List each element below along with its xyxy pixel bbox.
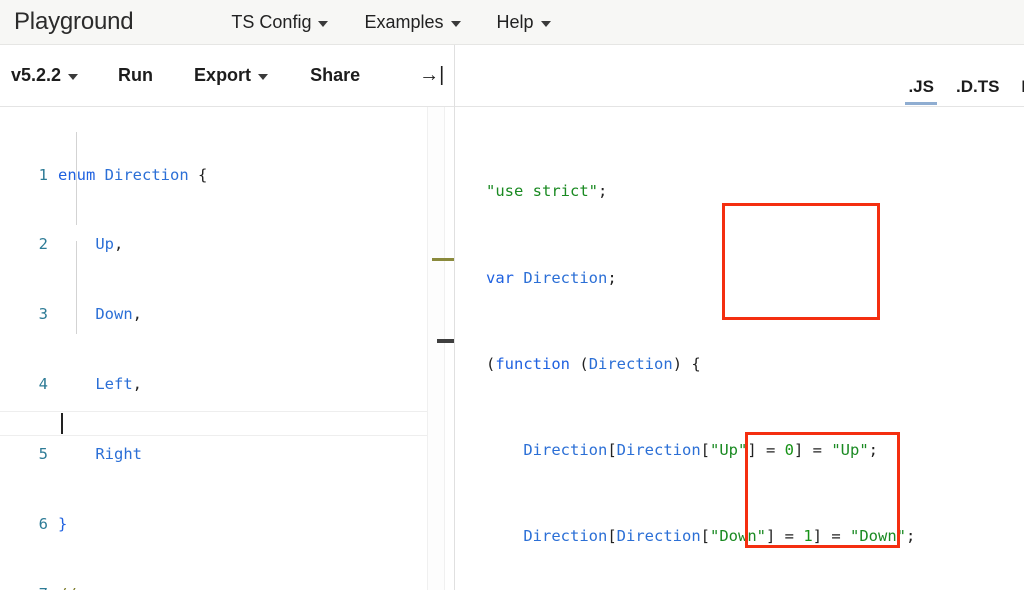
line-number: 4: [38, 375, 48, 394]
version-selector[interactable]: v5.2.2: [11, 65, 79, 86]
chevron-down-icon: [258, 74, 269, 80]
current-line-highlight: [0, 435, 437, 436]
editor-toolbar: v5.2.2 Run Export Share →|: [0, 45, 455, 107]
collapse-sidebar-icon[interactable]: →|: [419, 64, 444, 87]
navbar-menu: TS Config Examples Help: [231, 12, 586, 33]
share-label: Share: [310, 65, 361, 85]
output-line: Direction[Direction["Up"] = 0] = "Up";: [523, 440, 879, 459]
output-line: Direction[Direction["Down"] = 1] = "Down…: [523, 526, 916, 545]
output-line: "use strict";: [486, 182, 608, 201]
chevron-down-icon: [540, 20, 551, 27]
line-number: 5: [38, 445, 48, 464]
top-navbar: Playground TS Config Examples Help: [0, 0, 1024, 45]
typescript-editor[interactable]: 1 2 3 4 5 6 7 8 9 10 11 12 13 14 enum Di…: [0, 107, 455, 590]
line-number: 7: [0, 583, 48, 590]
line-number-gutter: 1 2 3 4 5 6 7 8 9 10 11 12 13 14: [0, 117, 48, 590]
export-button[interactable]: Export: [194, 65, 269, 86]
indent-guide: [76, 241, 77, 334]
nav-item-label: TS Config: [231, 11, 312, 32]
javascript-output[interactable]: "use strict"; var Direction; (function (…: [455, 107, 1024, 590]
output-line: (function (Direction) {: [486, 354, 701, 373]
nav-item-help[interactable]: Help: [497, 12, 551, 33]
code-line: enum Direction {: [58, 165, 208, 184]
code-line: Up,: [95, 235, 124, 254]
code-line: Left,: [95, 375, 142, 394]
text-caret: [61, 413, 63, 434]
chevron-down-icon: [68, 74, 79, 80]
minimap-comment-marker: [432, 258, 455, 261]
code-line: Down,: [95, 305, 142, 324]
page-title: Playground: [14, 8, 134, 35]
line-number: 1: [38, 165, 48, 184]
output-line: var Direction;: [486, 268, 617, 287]
nav-item-examples[interactable]: Examples: [364, 11, 461, 33]
code-line: Right: [95, 445, 142, 464]
share-button[interactable]: Share: [310, 65, 360, 86]
indent-guide: [76, 132, 77, 225]
tab-js[interactable]: .JS: [905, 77, 937, 106]
chevron-down-icon: [318, 20, 329, 27]
export-label: Export: [194, 65, 252, 85]
line-number: 6: [38, 515, 48, 534]
nav-item-label: Help: [496, 11, 534, 32]
chevron-down-icon: [450, 20, 461, 27]
line-number: 3: [38, 305, 48, 324]
minimap-cursor-marker: [437, 339, 455, 343]
editor-minimap[interactable]: [427, 107, 445, 590]
line-number: 2: [38, 235, 48, 254]
code-line: }: [58, 515, 68, 534]
run-button[interactable]: Run: [118, 65, 153, 86]
output-tabbar: .JS .D.TS Err: [455, 45, 1024, 107]
output-source: "use strict"; var Direction; (function (…: [486, 120, 971, 590]
editor-source[interactable]: enum Direction { Up, Down, Left, Right }…: [58, 117, 450, 590]
code-line: // -------------------------------------…: [58, 583, 450, 590]
current-line-highlight: [0, 411, 437, 412]
run-label: Run: [118, 65, 154, 85]
nav-item-label: Examples: [364, 11, 444, 32]
tab-dts[interactable]: .D.TS: [956, 77, 999, 106]
nav-item-ts-config[interactable]: TS Config: [231, 11, 329, 33]
version-label: v5.2.2: [11, 65, 62, 85]
